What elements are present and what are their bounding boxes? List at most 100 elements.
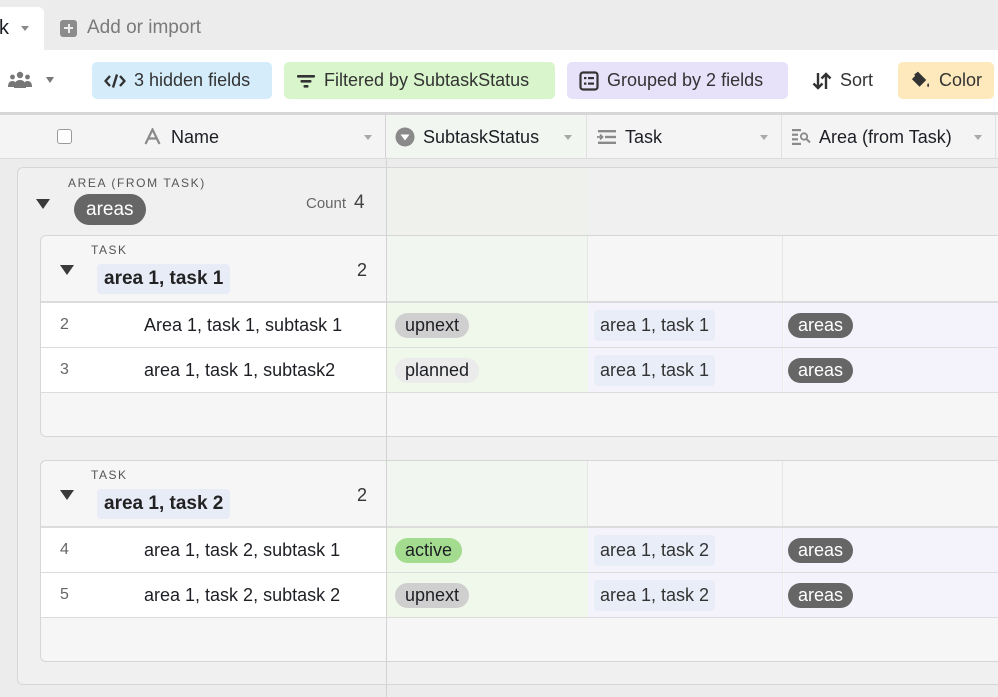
group-value-chip: areas xyxy=(74,194,146,225)
column-header-area-from-task[interactable]: Area (from Task) xyxy=(783,115,996,158)
area-cell[interactable]: areas xyxy=(784,528,998,572)
table-row[interactable]: 3 area 1, task 1, subtask2 planned area … xyxy=(41,348,998,393)
collaborators-button[interactable] xyxy=(8,71,54,89)
column-header-name[interactable]: Name xyxy=(0,115,386,158)
area-cell[interactable]: areas xyxy=(784,303,998,347)
grid-column-header: Name SubtaskStatus Task Area (from Task) xyxy=(0,112,998,159)
row-number: 5 xyxy=(60,586,69,603)
color-label: Color xyxy=(938,70,982,90)
name-cell[interactable]: 5 area 1, task 2, subtask 2 xyxy=(41,573,386,617)
group-header-task[interactable]: TASK area 1, task 2 2 xyxy=(41,461,998,528)
column-area-label: Area (from Task) xyxy=(819,127,952,147)
group-area-from-task: AREA (FROM TASK) areas Count 4 TASK area… xyxy=(17,167,998,685)
linked-task-chip[interactable]: area 1, task 2 xyxy=(594,535,716,566)
status-cell[interactable]: upnext xyxy=(387,303,588,347)
row-number: 2 xyxy=(60,316,69,333)
view-toolbar: 3 hidden fields Filtered by SubtaskStatu… xyxy=(0,50,998,112)
name-cell[interactable]: 3 area 1, task 1, subtask2 xyxy=(41,348,386,392)
add-or-import-button[interactable]: Add or import xyxy=(60,14,201,42)
collapse-triangle-icon[interactable] xyxy=(36,199,50,209)
text-field-icon xyxy=(144,128,161,145)
group-list-icon xyxy=(579,70,599,91)
table-row[interactable]: 2 Area 1, task 1, subtask 1 upnext area … xyxy=(41,303,998,348)
name-text: area 1, task 2, subtask 2 xyxy=(144,585,341,605)
linked-task-chip[interactable]: area 1, task 2 xyxy=(594,580,716,611)
chevron-down-icon[interactable] xyxy=(364,135,372,140)
select-all-checkbox[interactable] xyxy=(57,129,72,144)
table-row[interactable]: 4 area 1, task 2, subtask 1 active area … xyxy=(41,528,998,573)
task-column-band xyxy=(588,461,783,526)
group-button[interactable]: Grouped by 2 fields xyxy=(567,62,788,99)
filter-icon xyxy=(297,74,315,88)
table-tab-bar: k Add or import xyxy=(0,0,998,50)
status-cell[interactable]: planned xyxy=(387,348,588,392)
collapse-triangle-icon[interactable] xyxy=(60,265,74,275)
hide-fields-icon xyxy=(104,73,126,88)
name-text: Area 1, task 1, subtask 1 xyxy=(144,315,343,335)
group-header-area[interactable]: AREA (FROM TASK) areas Count 4 xyxy=(18,168,998,234)
status-cell[interactable]: active xyxy=(387,528,588,572)
color-button[interactable]: Color xyxy=(898,62,994,99)
area-cell[interactable]: areas xyxy=(784,348,998,392)
linked-record-icon xyxy=(597,130,616,144)
paint-bucket-icon xyxy=(911,71,930,87)
area-cell[interactable]: areas xyxy=(784,573,998,617)
lookup-icon xyxy=(792,129,811,145)
add-record-row[interactable] xyxy=(41,618,998,661)
group-value-chip: area 1, task 2 xyxy=(97,489,231,519)
group-count: 2 xyxy=(357,485,368,505)
task-cell[interactable]: area 1, task 1 xyxy=(588,348,783,392)
status-chip: active xyxy=(395,538,463,563)
status-column-band xyxy=(387,168,588,234)
column-header-task[interactable]: Task xyxy=(588,115,782,158)
table-row[interactable]: 5 area 1, task 2, subtask 2 upnext area … xyxy=(41,573,998,618)
task-cell[interactable]: area 1, task 2 xyxy=(588,528,783,572)
linked-task-chip[interactable]: area 1, task 1 xyxy=(594,355,716,386)
chevron-down-icon[interactable] xyxy=(760,135,768,140)
sort-button[interactable]: Sort xyxy=(800,62,888,99)
area-chip: areas xyxy=(788,358,854,383)
row-number: 3 xyxy=(60,361,69,378)
group-task: TASK area 1, task 2 2 4 area 1, task 2, … xyxy=(40,460,998,662)
status-cell[interactable]: upnext xyxy=(387,573,588,617)
add-record-row[interactable] xyxy=(41,393,998,436)
name-cell[interactable]: 4 area 1, task 2, subtask 1 xyxy=(41,528,386,572)
group-task: TASK area 1, task 1 2 2 Area 1, task 1, … xyxy=(40,235,998,437)
row-number: 4 xyxy=(60,541,69,558)
group-value-chip: area 1, task 1 xyxy=(97,264,231,294)
area-chip: areas xyxy=(788,583,854,608)
status-column-band xyxy=(387,236,588,301)
hidden-fields-label: 3 hidden fields xyxy=(134,70,251,90)
collapse-triangle-icon[interactable] xyxy=(60,490,74,500)
chevron-down-icon[interactable] xyxy=(564,135,572,140)
people-icon xyxy=(8,71,32,88)
hidden-fields-button[interactable]: 3 hidden fields xyxy=(92,62,272,99)
count-label: Count xyxy=(306,195,347,212)
plus-square-icon xyxy=(60,19,77,37)
group-count: Count 4 xyxy=(306,192,365,214)
status-chip: planned xyxy=(395,358,480,383)
area-chip: areas xyxy=(788,313,854,338)
filter-label: Filtered by SubtaskStatus xyxy=(324,70,530,90)
group-field-label: TASK xyxy=(91,468,128,482)
name-cell[interactable]: 2 Area 1, task 1, subtask 1 xyxy=(41,303,386,347)
tab-active-table[interactable]: k xyxy=(0,7,44,50)
filter-button[interactable]: Filtered by SubtaskStatus xyxy=(284,62,555,99)
status-chip: upnext xyxy=(395,313,470,338)
task-cell[interactable]: area 1, task 1 xyxy=(588,303,783,347)
frozen-column-divider xyxy=(386,159,387,697)
chevron-down-icon[interactable] xyxy=(21,26,29,31)
column-name-label: Name xyxy=(171,127,220,147)
status-chip: upnext xyxy=(395,583,470,608)
chevron-down-icon xyxy=(46,77,54,83)
chevron-down-icon[interactable] xyxy=(974,135,982,140)
linked-task-chip[interactable]: area 1, task 1 xyxy=(594,310,716,341)
column-task-label: Task xyxy=(625,127,663,147)
column-header-subtaskstatus[interactable]: SubtaskStatus xyxy=(387,115,587,158)
group-field-label: AREA (FROM TASK) xyxy=(68,176,206,190)
sort-arrows-icon xyxy=(812,71,832,90)
group-header-task[interactable]: TASK area 1, task 1 2 xyxy=(41,236,998,303)
task-cell[interactable]: area 1, task 2 xyxy=(588,573,783,617)
group-count: 2 xyxy=(357,260,368,280)
group-label: Grouped by 2 fields xyxy=(607,70,764,90)
